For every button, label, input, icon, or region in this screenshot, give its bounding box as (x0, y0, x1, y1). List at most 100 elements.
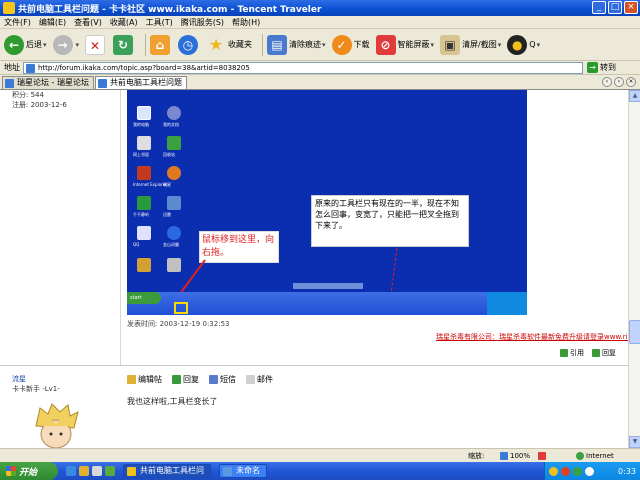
message-label: 短信 (220, 375, 236, 384)
history-button[interactable]: ◷ (178, 34, 200, 55)
scroll-up-icon[interactable]: ▲ (629, 90, 640, 102)
maximize-button[interactable]: □ (608, 1, 622, 14)
block-ads-button[interactable]: ⊘ 智能屏蔽 ▾ (375, 34, 435, 55)
toolbar-separator (262, 33, 264, 56)
back-arrow-icon: ← (4, 34, 24, 55)
scroll-thumb[interactable] (629, 320, 640, 344)
chevron-down-icon[interactable]: ▾ (76, 41, 80, 49)
go-arrow-icon: → (587, 62, 598, 73)
reply-username[interactable]: 流星 (12, 374, 26, 384)
clock: 0:33 (618, 466, 636, 476)
back-label: 后退 (26, 40, 42, 49)
volume-icon[interactable] (585, 466, 594, 476)
tray-icon[interactable] (561, 466, 570, 476)
stop-button[interactable]: ✕ (85, 34, 107, 55)
email-button[interactable]: 邮件 (246, 374, 273, 385)
tab-next-icon[interactable]: › (614, 77, 624, 87)
menu-edit[interactable]: 编辑(E) (39, 17, 66, 28)
edit-post-button[interactable]: 编辑帖 (127, 374, 162, 385)
menu-tencent[interactable]: 腾讯服务(S) (181, 17, 224, 28)
clean-label: 清除痕迹 (289, 40, 322, 49)
reply-post-button[interactable]: 回复 (172, 374, 199, 385)
address-input[interactable]: http://forum.ikaka.com/topic.asp?board=3… (23, 61, 583, 74)
qq-quicklaunch-icon[interactable] (79, 466, 89, 476)
stop-icon: ✕ (85, 34, 106, 55)
clean-button[interactable]: ▤ 清除痕迹 ▾ (267, 34, 326, 55)
screenshot-button[interactable]: ▣ 清屏/截图 ▾ (440, 34, 502, 55)
start-button[interactable]: 开始 (0, 462, 58, 480)
favorites-button[interactable]: ★ 收藏夹 (206, 35, 252, 55)
refresh-icon: ↻ (113, 34, 134, 55)
download-check-icon: ✓ (331, 34, 352, 55)
tab-prev-icon[interactable]: ‹ (602, 77, 612, 87)
annotation-arrows (178, 247, 398, 311)
zoom-control[interactable]: 100% (500, 450, 530, 462)
address-url: http://forum.ikaka.com/topic.asp?board=3… (38, 63, 250, 72)
forward-button[interactable]: → ▾ (52, 34, 80, 55)
reply-button[interactable]: 回复 (592, 348, 616, 358)
back-button[interactable]: ← 后退 ▾ (4, 34, 47, 55)
menu-tools[interactable]: 工具(T) (146, 17, 173, 28)
block-ads-label: 智能屏蔽 (397, 40, 430, 49)
tab-page-icon (97, 79, 107, 88)
menu-favorites[interactable]: 收藏(A) (110, 17, 138, 28)
refresh-button[interactable]: ↻ (113, 34, 135, 55)
desktop-quicklaunch-icon[interactable] (92, 466, 102, 476)
qq-label: Q (529, 40, 536, 49)
screenshot-floating-toolbar (293, 283, 363, 289)
reply-post-label: 回复 (183, 375, 199, 384)
minimize-button[interactable]: _ (592, 1, 606, 14)
favorites-label: 收藏夹 (228, 40, 253, 49)
scroll-down-icon[interactable]: ▼ (629, 436, 640, 448)
author-score: 积分: 544 (12, 91, 44, 99)
player-quicklaunch-icon[interactable] (105, 466, 115, 476)
windows-taskbar: 开始 共前电脑工具栏问 未命名 0:33 (0, 462, 640, 480)
popup-icon (538, 452, 546, 460)
home-icon: ⌂ (150, 34, 171, 55)
tab-page-icon (5, 79, 14, 88)
chevron-down-icon[interactable]: ▾ (498, 41, 502, 49)
menu-view[interactable]: 查看(V) (74, 17, 102, 28)
reply-user-rank: 卡卡新手 -Lv1- (12, 385, 60, 393)
reply-actions: 编辑帖 回复 短信 邮件 (127, 374, 273, 385)
reply-icon (592, 349, 600, 357)
download-button[interactable]: ✓ 下载 (331, 34, 370, 55)
tab-toolbar-question[interactable]: 共前电脑工具栏问题 (94, 76, 187, 89)
edit-icon (127, 375, 136, 384)
message-button[interactable]: 短信 (209, 374, 236, 385)
task-untitled[interactable]: 未命名 (219, 464, 267, 478)
avatar (35, 403, 79, 448)
tab-close-icon[interactable]: × (626, 77, 636, 87)
clock-icon: ◷ (178, 34, 199, 55)
task-browser[interactable]: 共前电脑工具栏问 (123, 464, 211, 478)
close-button[interactable]: × (624, 1, 638, 14)
vertical-scrollbar[interactable]: ▲ ▼ (628, 90, 640, 448)
email-icon (246, 375, 255, 384)
system-tray: 0:33 (544, 462, 640, 480)
go-button[interactable]: → 转到 (587, 62, 616, 73)
quote-button[interactable]: 引用 (560, 348, 584, 358)
avatar-eye (59, 432, 63, 436)
popup-blocker[interactable] (538, 450, 546, 462)
qq-penguin-icon: ● (507, 34, 528, 55)
tray-icon[interactable] (549, 466, 558, 476)
go-label: 转到 (600, 63, 616, 72)
screenshot-icon: ▣ (440, 34, 461, 55)
menu-file[interactable]: 文件(F) (4, 17, 31, 28)
rising-promo-link[interactable]: 瑞星杀毒有限公司：瑞星杀毒软件最新免费升级请登录www.rising.com.c… (436, 332, 628, 342)
chevron-down-icon[interactable]: ▾ (43, 41, 47, 49)
chevron-down-icon[interactable]: ▾ (431, 41, 435, 49)
clean-icon: ▤ (267, 34, 288, 55)
ie-quicklaunch-icon[interactable] (66, 466, 76, 476)
tray-icon[interactable] (573, 466, 582, 476)
qq-button[interactable]: ● Q ▾ (507, 34, 541, 55)
tab-rising-forum[interactable]: 瑞星论坛 - 瑞星论坛 (2, 76, 94, 89)
status-bar: 缩放: 100% Internet (0, 448, 640, 462)
menu-help[interactable]: 帮助(H) (232, 17, 260, 28)
author-register-date: 注册: 2003-12-6 (12, 101, 67, 109)
chevron-down-icon[interactable]: ▾ (537, 41, 541, 49)
chevron-down-icon[interactable]: ▾ (322, 41, 326, 49)
home-button[interactable]: ⌂ (150, 34, 172, 55)
menu-bar: 文件(F) 编辑(E) 查看(V) 收藏(A) 工具(T) 腾讯服务(S) 帮助… (0, 16, 640, 29)
block-icon: ⊘ (375, 34, 396, 55)
